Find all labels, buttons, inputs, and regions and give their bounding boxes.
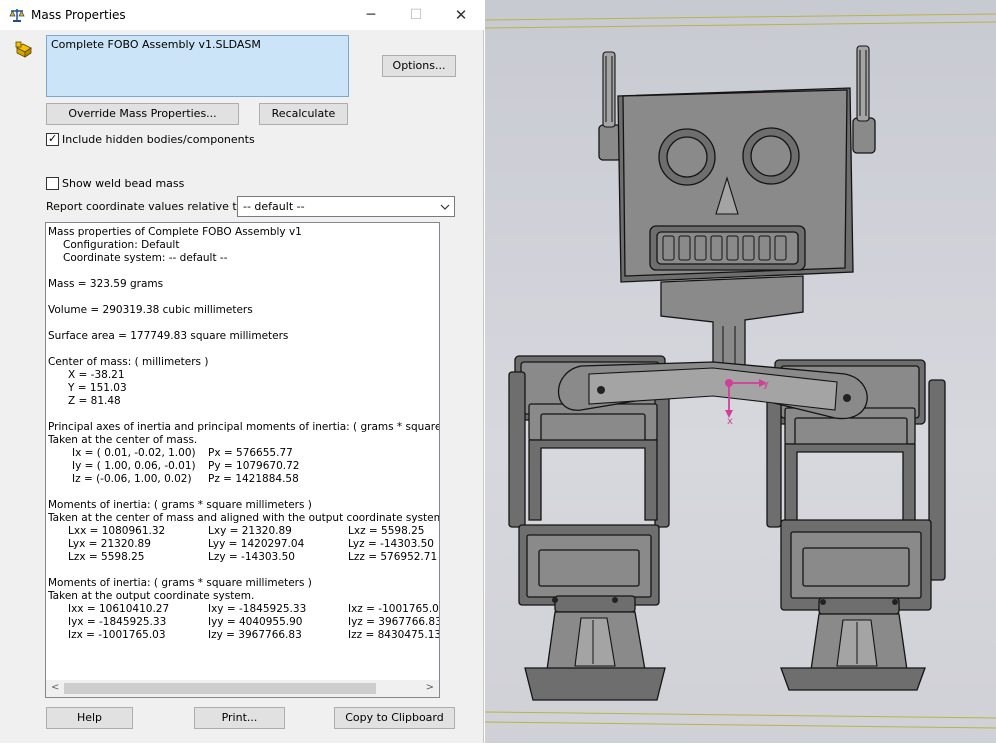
mass-properties-dialog: Mass Properties ─ ☐ ✕ Complete FOBO Asse… xyxy=(0,0,484,743)
moi-output-value: Iyy = 4040955.90 xyxy=(208,616,303,628)
chevron-down-icon xyxy=(440,204,450,210)
include-hidden-label: Include hidden bodies/components xyxy=(62,133,255,146)
checkmark-icon: ✓ xyxy=(48,132,58,145)
center-of-mass-x: X = -38.21 xyxy=(68,369,125,381)
moi-com-value: Lyy = 1420297.04 xyxy=(208,538,305,550)
robot-model[interactable]: y x xyxy=(484,0,996,743)
window-title: Mass Properties xyxy=(31,8,126,22)
moi-com-value: Lxz = 5598.25 xyxy=(348,525,425,537)
options-button[interactable]: Options... xyxy=(382,55,456,77)
results-heading: Mass properties of Complete FOBO Assembl… xyxy=(48,226,302,238)
principal-axis-ix: Ix = ( 0.01, -0.02, 1.00) xyxy=(72,447,196,459)
maximize-button[interactable]: ☐ xyxy=(393,0,439,30)
right-antenna xyxy=(852,45,876,154)
scale-icon xyxy=(9,9,25,22)
mass-line: Mass = 323.59 grams xyxy=(48,278,164,290)
title-bar[interactable]: Mass Properties ─ ☐ ✕ xyxy=(0,0,484,30)
center-of-mass-z: Z = 81.48 xyxy=(68,395,121,407)
coordinate-system-label: Report coordinate values relative to: xyxy=(46,200,248,213)
results-text-area[interactable]: Mass properties of Complete FOBO Assembl… xyxy=(45,222,440,698)
moi-com-value: Lzx = 5598.25 xyxy=(68,551,145,563)
moi-output-value: Iyz = 3967766.83 xyxy=(348,616,440,628)
selected-item[interactable]: Complete FOBO Assembly v1.SLDASM xyxy=(51,38,261,51)
principal-moment-pz: Pz = 1421884.58 xyxy=(208,473,299,485)
moi-output-value: Ixy = -1845925.33 xyxy=(208,603,307,615)
moi-com-value: Lzy = -14303.50 xyxy=(208,551,295,563)
principal-axes-heading: Principal axes of inertia and principal … xyxy=(48,421,440,433)
close-button[interactable]: ✕ xyxy=(438,0,484,30)
graphics-viewport[interactable]: y x xyxy=(484,0,996,743)
center-of-mass-heading: Center of mass: ( millimeters ) xyxy=(48,356,209,368)
show-weld-bead-checkbox[interactable] xyxy=(46,177,59,190)
coordinate-system-line: Coordinate system: -- default -- xyxy=(63,252,228,264)
principal-axis-iz: Iz = (-0.06, 1.00, 0.02) xyxy=(72,473,192,485)
scroll-left-arrow[interactable]: < xyxy=(51,682,59,693)
moi-output-heading: Moments of inertia: ( grams * square mil… xyxy=(48,577,312,589)
moi-com-value: Lzz = 576952.71 xyxy=(348,551,438,563)
coordinate-system-value: -- default -- xyxy=(243,200,305,213)
moi-com-heading: Moments of inertia: ( grams * square mil… xyxy=(48,499,312,511)
help-button[interactable]: Help xyxy=(46,707,133,729)
principal-axes-taken-at: Taken at the center of mass. xyxy=(48,434,198,446)
selected-items-list[interactable]: Complete FOBO Assembly v1.SLDASM xyxy=(46,35,349,97)
override-mass-properties-button[interactable]: Override Mass Properties... xyxy=(46,103,239,125)
minimize-button[interactable]: ─ xyxy=(348,0,394,30)
moi-output-value: Ixx = 10610410.27 xyxy=(68,603,170,615)
copy-to-clipboard-button[interactable]: Copy to Clipboard xyxy=(334,707,455,729)
principal-axis-iy: Iy = ( 1.00, 0.06, -0.01) xyxy=(72,460,196,472)
scrollbar-thumb[interactable] xyxy=(64,683,376,694)
surface-area-line: Surface area = 177749.83 square millimet… xyxy=(48,330,289,342)
principal-moment-py: Py = 1079670.72 xyxy=(208,460,300,472)
moi-output-value: Izz = 8430475.13 xyxy=(348,629,440,641)
volume-line: Volume = 290319.38 cubic millimeters xyxy=(48,304,253,316)
moi-com-value: Lyx = 21320.89 xyxy=(68,538,151,550)
robot-head xyxy=(617,87,854,283)
configuration-line: Configuration: Default xyxy=(63,239,180,251)
moi-com-value: Lyz = -14303.50 xyxy=(348,538,434,550)
assembly-icon xyxy=(15,41,32,58)
axis-x-label: x xyxy=(727,416,733,427)
moi-com-value: Lxx = 1080961.32 xyxy=(68,525,166,537)
print-button[interactable]: Print... xyxy=(194,707,285,729)
moi-output-value: Izx = -1001765.03 xyxy=(68,629,166,641)
show-weld-bead-label: Show weld bead mass xyxy=(62,177,185,190)
moi-output-value: Iyx = -1845925.33 xyxy=(68,616,167,628)
horizontal-scrollbar[interactable]: < > xyxy=(46,680,439,697)
robot-neck xyxy=(660,275,804,373)
moi-output-taken-at: Taken at the output coordinate system. xyxy=(48,590,255,602)
moi-output-value: Izy = 3967766.83 xyxy=(208,629,302,641)
scroll-right-arrow[interactable]: > xyxy=(426,682,434,693)
moi-com-value: Lxy = 21320.89 xyxy=(208,525,292,537)
include-hidden-checkbox[interactable]: ✓ xyxy=(46,132,59,146)
coordinate-system-select[interactable]: -- default -- xyxy=(237,196,455,217)
recalculate-button[interactable]: Recalculate xyxy=(259,103,348,125)
moi-output-value: Ixz = -1001765.03 xyxy=(348,603,440,615)
axis-y-label: y xyxy=(763,379,769,390)
moi-com-taken-at: Taken at the center of mass and aligned … xyxy=(48,512,440,524)
principal-moment-px: Px = 576655.77 xyxy=(208,447,293,459)
center-of-mass-y: Y = 151.03 xyxy=(68,382,127,394)
